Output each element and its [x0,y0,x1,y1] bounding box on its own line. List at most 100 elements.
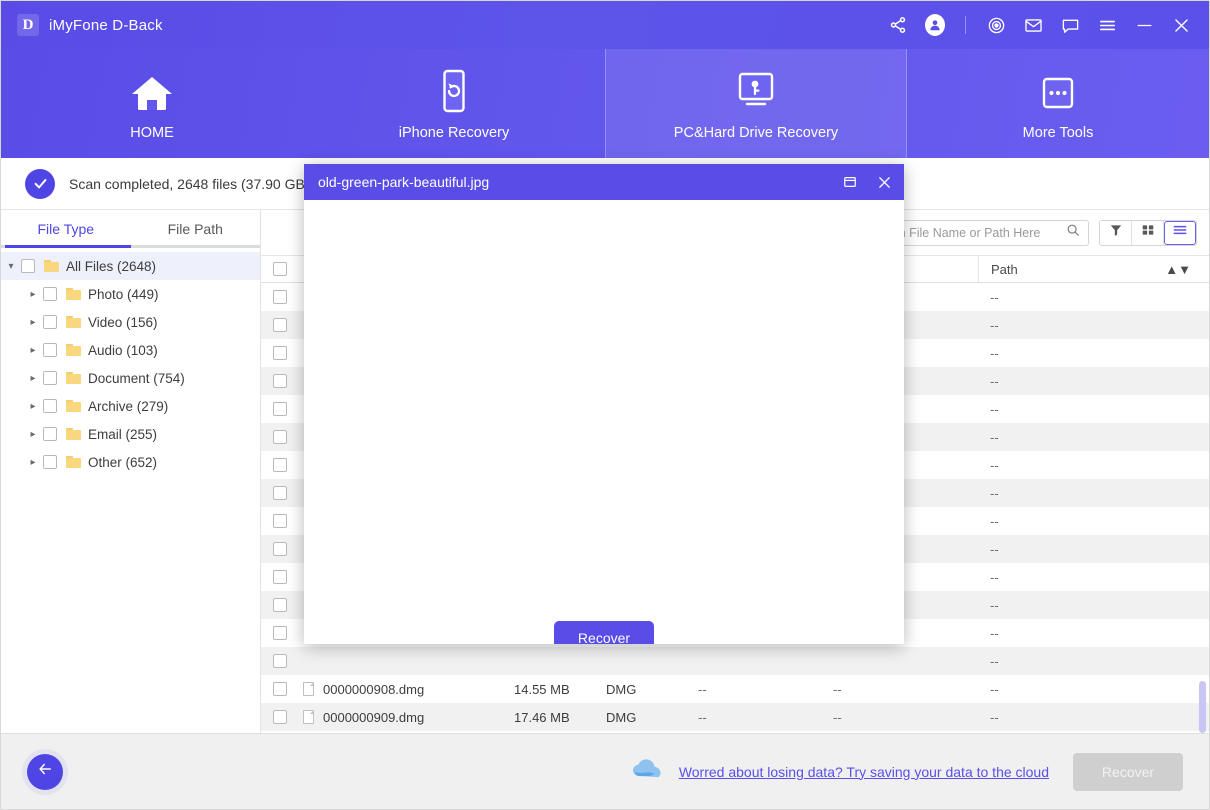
row-checkbox-cell[interactable] [261,570,299,584]
row-checkbox-cell[interactable] [261,626,299,640]
nav-tab-iphone-recovery[interactable]: iPhone Recovery [303,49,605,158]
row-checkbox-cell[interactable] [261,458,299,472]
list-view-icon [1172,222,1188,243]
search-icon[interactable] [1066,223,1080,242]
chevron-right-icon[interactable]: ▸ [23,373,43,384]
tree-checkbox[interactable] [43,455,57,469]
cell-type: DMG [606,709,637,725]
chevron-right-icon[interactable]: ▸ [23,429,43,440]
row-checkbox[interactable] [273,514,287,528]
row-checkbox-cell[interactable] [261,346,299,360]
file-type-tree: ▾ All Files (2648) ▸ Photo (449) ▸ Video… [1,248,260,476]
tree-item-video[interactable]: ▸ Video (156) [1,308,260,336]
row-checkbox-cell[interactable] [261,374,299,388]
tree-checkbox[interactable] [43,343,57,357]
row-checkbox[interactable] [273,570,287,584]
row-checkbox[interactable] [273,430,287,444]
tree-checkbox[interactable] [21,259,35,273]
vertical-scrollbar-thumb[interactable] [1199,681,1206,733]
row-checkbox[interactable] [273,402,287,416]
filter-button[interactable] [1100,220,1132,245]
tab-file-type[interactable]: File Type [1,210,131,248]
row-checkbox[interactable] [273,374,287,388]
row-checkbox[interactable] [273,598,287,612]
tree-checkbox[interactable] [43,427,57,441]
menu-icon[interactable] [1097,15,1117,35]
dialog-recover-button[interactable]: Recover [554,621,654,644]
chevron-right-icon[interactable]: ▸ [23,345,43,356]
tree-item-label: Video (156) [88,314,158,330]
tree-item-label: Document (754) [88,370,185,386]
chevron-down-icon[interactable]: ▾ [1,261,21,272]
tree-item-all-files[interactable]: ▾ All Files (2648) [1,252,260,280]
list-view-button[interactable] [1164,220,1196,245]
table-row[interactable]: -- [261,647,1209,675]
row-checkbox[interactable] [273,290,287,304]
row-checkbox-cell[interactable] [261,402,299,416]
cell-type: DMG [606,681,637,697]
mail-icon[interactable] [1023,15,1043,35]
tree-item-other[interactable]: ▸ Other (652) [1,448,260,476]
row-checkbox[interactable] [273,710,287,724]
dialog-title: old-green-park-beautiful.jpg [318,174,490,190]
row-checkbox-cell[interactable] [261,542,299,556]
row-checkbox[interactable] [273,486,287,500]
tree-item-archive[interactable]: ▸ Archive (279) [1,392,260,420]
row-checkbox-cell[interactable] [261,486,299,500]
column-header-path-label: Path [991,261,1018,277]
chevron-right-icon[interactable]: ▸ [23,457,43,468]
nav-tab-more-tools[interactable]: More Tools [907,49,1209,158]
column-header-path[interactable]: Path ▲▼ [978,256,1209,282]
grid-view-button[interactable] [1132,220,1164,245]
nav-tab-home[interactable]: HOME [1,49,303,158]
chat-icon[interactable] [1060,15,1080,35]
tree-checkbox[interactable] [43,371,57,385]
file-icon [303,710,314,724]
row-checkbox[interactable] [273,318,287,332]
recover-button-main[interactable]: Recover [1073,752,1183,791]
row-checkbox[interactable] [273,654,287,668]
sort-icon[interactable]: ▲▼ [1165,262,1191,277]
row-checkbox-cell[interactable] [261,290,299,304]
row-checkbox-cell[interactable] [261,682,299,696]
row-checkbox-cell[interactable] [261,430,299,444]
select-all-checkbox-cell [261,262,299,276]
select-all-checkbox[interactable] [273,262,287,276]
minimize-icon[interactable] [1134,15,1154,35]
row-checkbox-cell[interactable] [261,710,299,724]
table-row[interactable]: 0000000909.dmg 17.46 MB DMG -- -- -- [261,703,1209,731]
tree-item-document[interactable]: ▸ Document (754) [1,364,260,392]
row-checkbox-cell[interactable] [261,318,299,332]
back-button[interactable] [27,753,63,790]
cloud-backup-link[interactable]: Worred about losing data? Try saving you… [679,764,1049,780]
chevron-right-icon[interactable]: ▸ [23,401,43,412]
row-checkbox-cell[interactable] [261,654,299,668]
chevron-right-icon[interactable]: ▸ [23,289,43,300]
tree-checkbox[interactable] [43,399,57,413]
row-checkbox-cell[interactable] [261,514,299,528]
target-icon[interactable] [986,15,1006,35]
tab-file-path[interactable]: File Path [131,210,261,248]
close-icon[interactable] [1171,15,1191,35]
cell-path: -- [990,345,999,361]
tree-item-email[interactable]: ▸ Email (255) [1,420,260,448]
tree-checkbox[interactable] [43,315,57,329]
row-checkbox[interactable] [273,626,287,640]
table-row[interactable]: 0000000908.dmg 14.55 MB DMG -- -- -- [261,675,1209,703]
row-checkbox-cell[interactable] [261,598,299,612]
chevron-right-icon[interactable]: ▸ [23,317,43,328]
row-checkbox[interactable] [273,346,287,360]
nav-tab-pc-hard-drive-recovery[interactable]: PC&Hard Drive Recovery [605,49,907,158]
row-checkbox[interactable] [273,542,287,556]
dialog-close-icon[interactable] [876,174,892,190]
folder-icon [66,428,81,440]
cell-path: -- [990,457,999,473]
row-checkbox[interactable] [273,458,287,472]
account-icon[interactable] [925,14,945,36]
tree-item-photo[interactable]: ▸ Photo (449) [1,280,260,308]
share-icon[interactable] [888,15,908,35]
restore-window-icon[interactable] [842,174,858,190]
row-checkbox[interactable] [273,682,287,696]
tree-checkbox[interactable] [43,287,57,301]
tree-item-audio[interactable]: ▸ Audio (103) [1,336,260,364]
